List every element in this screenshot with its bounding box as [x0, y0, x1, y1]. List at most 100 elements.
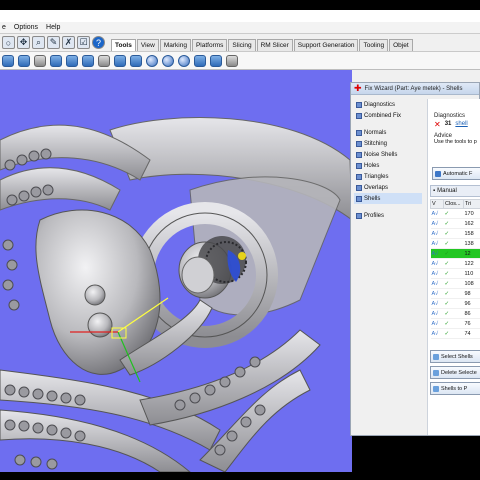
noise-shells-icon [356, 151, 362, 158]
cut-icon[interactable] [50, 54, 62, 67]
nav-item-profiles[interactable]: Profiles [354, 210, 422, 221]
table-row[interactable]: A√ ✓ 76 [430, 318, 480, 329]
offset-icon[interactable] [98, 54, 110, 67]
triangles-cell: 98 [463, 288, 480, 299]
diagnostics-link[interactable]: shell [455, 121, 467, 127]
nav-item-diagnostics[interactable]: Diagnostics [354, 99, 422, 110]
fix-wizard-titlebar[interactable]: ✚ Fix Wizard (Part: Aye metek) - Shells [351, 83, 479, 95]
boolean-icon[interactable] [130, 54, 142, 67]
tab-platforms[interactable]: Platforms [191, 39, 228, 51]
triangles-icon [356, 173, 362, 180]
nav-item-overlaps[interactable]: Overlaps [354, 182, 422, 193]
nav-item-normals[interactable]: Normals [354, 127, 422, 138]
nav-item-noise-shells[interactable]: Noise Shells [354, 149, 422, 160]
nav-item-holes[interactable]: Holes [354, 160, 422, 171]
table-row[interactable]: A√ ✓ 98 [430, 288, 480, 299]
tab-tooling[interactable]: Tooling [359, 39, 389, 51]
manual-section-header[interactable]: ▪ Manual [430, 185, 480, 197]
nav-item-label: Overlaps [364, 184, 389, 191]
table-row[interactable]: A√ ✓ 74 [430, 328, 480, 339]
column-header-closed[interactable]: Clos... [443, 199, 464, 209]
nav-item-shells[interactable]: Shells [354, 193, 422, 204]
delete-selected-button[interactable]: Delete Selecte [430, 366, 480, 379]
closed-cell: ✓ [443, 288, 464, 299]
tab-slicing[interactable]: Slicing [228, 39, 256, 51]
right-panel-header [352, 70, 480, 82]
table-row[interactable]: A√ ✓ 122 [430, 258, 480, 269]
delete-selected-label: Delete Selecte [441, 369, 477, 376]
select-icon[interactable]: ○ [2, 36, 15, 49]
closed-cell: ✓ [443, 208, 464, 219]
column-header-triangles[interactable]: Tri [463, 199, 480, 209]
closed-cell: ✓ [443, 308, 464, 319]
table-row[interactable]: A√ ✓ 96 [430, 298, 480, 309]
table-row[interactable]: A√ ✓ 86 [430, 308, 480, 319]
cube-icon[interactable] [18, 54, 30, 67]
sphere-icon[interactable] [146, 54, 158, 67]
translate-icon[interactable] [2, 54, 14, 67]
profiles-icon [356, 212, 362, 219]
fix-wizard-icon: ✚ [354, 83, 362, 93]
visible-cell: A√ [430, 328, 444, 339]
table-row[interactable]: A√ ✓ 138 [430, 238, 480, 249]
fix-wizard-nav: Diagnostics Combined Fix Normals Stitchi… [354, 99, 422, 221]
automatic-fix-button[interactable]: Automatic F [432, 167, 480, 180]
menu-item-options[interactable]: Options [14, 24, 38, 31]
link-icon[interactable] [194, 54, 206, 67]
tab-tools[interactable]: Tools [111, 39, 136, 51]
tab-marking[interactable]: Marking [159, 39, 191, 51]
collapse-icon: ▪ [433, 188, 436, 194]
holes-icon [356, 162, 362, 169]
hollow-icon[interactable] [34, 54, 46, 67]
closed-cell: ✓ [443, 298, 464, 309]
table-row[interactable]: A√ ✓ 158 [430, 228, 480, 239]
tab-objet[interactable]: Objet [389, 39, 413, 51]
table-row[interactable]: A√ ✓ 162 [430, 218, 480, 229]
shell-icon[interactable] [82, 54, 94, 67]
overlaps-icon [356, 184, 362, 191]
closed-cell: ✓ [443, 228, 464, 239]
menu-item-help[interactable]: Help [46, 24, 60, 31]
column-header-visible[interactable]: V [430, 199, 444, 209]
measure-icon[interactable]: ✎ [47, 36, 60, 49]
menu-item-edit[interactable]: e [2, 24, 6, 31]
shells-to-parts-button[interactable]: Shells to P [430, 382, 480, 395]
table-header-row: V Clos... Tri [430, 199, 480, 209]
globe-icon[interactable] [162, 54, 174, 67]
visible-cell: A√ [430, 318, 444, 329]
table-row-selected[interactable]: A√ ✓ 12 [430, 248, 480, 259]
checklist-icon[interactable]: ☑ [77, 36, 90, 49]
advice-text: Use the tools to p [434, 139, 477, 145]
move-icon[interactable]: ✥ [17, 36, 30, 49]
rotate-icon[interactable] [178, 54, 190, 67]
triangles-cell: 122 [463, 258, 480, 269]
visible-cell: A√ [430, 268, 444, 279]
table-row[interactable]: A√ ✓ 108 [430, 278, 480, 289]
nav-item-stitching[interactable]: Stitching [354, 138, 422, 149]
copy-icon[interactable] [210, 54, 222, 67]
help-icon[interactable]: ? [92, 36, 105, 49]
table-row[interactable]: A√ ✓ 170 [430, 208, 480, 219]
closed-cell: ✓ [443, 278, 464, 289]
tab-view[interactable]: View [136, 39, 159, 51]
select-shells-button[interactable]: Select Shells [430, 350, 480, 363]
nav-item-combined-fix[interactable]: Combined Fix [354, 110, 422, 121]
visible-cell: A√ [430, 208, 444, 219]
select-shells-label: Select Shells [441, 353, 473, 360]
video-top-border [0, 0, 480, 10]
nav-item-triangles[interactable]: Triangles [354, 171, 422, 182]
wrap-icon[interactable] [226, 54, 238, 67]
triangles-cell: 96 [463, 298, 480, 309]
table-row[interactable]: A√ ✓ 110 [430, 268, 480, 279]
mirror-icon[interactable] [114, 54, 126, 67]
3d-viewport[interactable] [0, 70, 352, 472]
stitching-icon [356, 140, 362, 147]
pin-icon[interactable]: ✗ [62, 36, 75, 49]
tab-support-generation[interactable]: Support Generation [293, 39, 359, 51]
tab-rm-slicer[interactable]: RM Slicer [256, 39, 293, 51]
shells-to-parts-icon [433, 385, 439, 392]
box-icon[interactable] [66, 54, 78, 67]
zoom-icon[interactable]: ⌕ [32, 36, 45, 49]
nav-item-label: Profiles [364, 212, 385, 219]
main-toolbar: ○ ✥ ⌕ ✎ ✗ ☑ ? Tools View Marking Platfor… [0, 34, 480, 52]
